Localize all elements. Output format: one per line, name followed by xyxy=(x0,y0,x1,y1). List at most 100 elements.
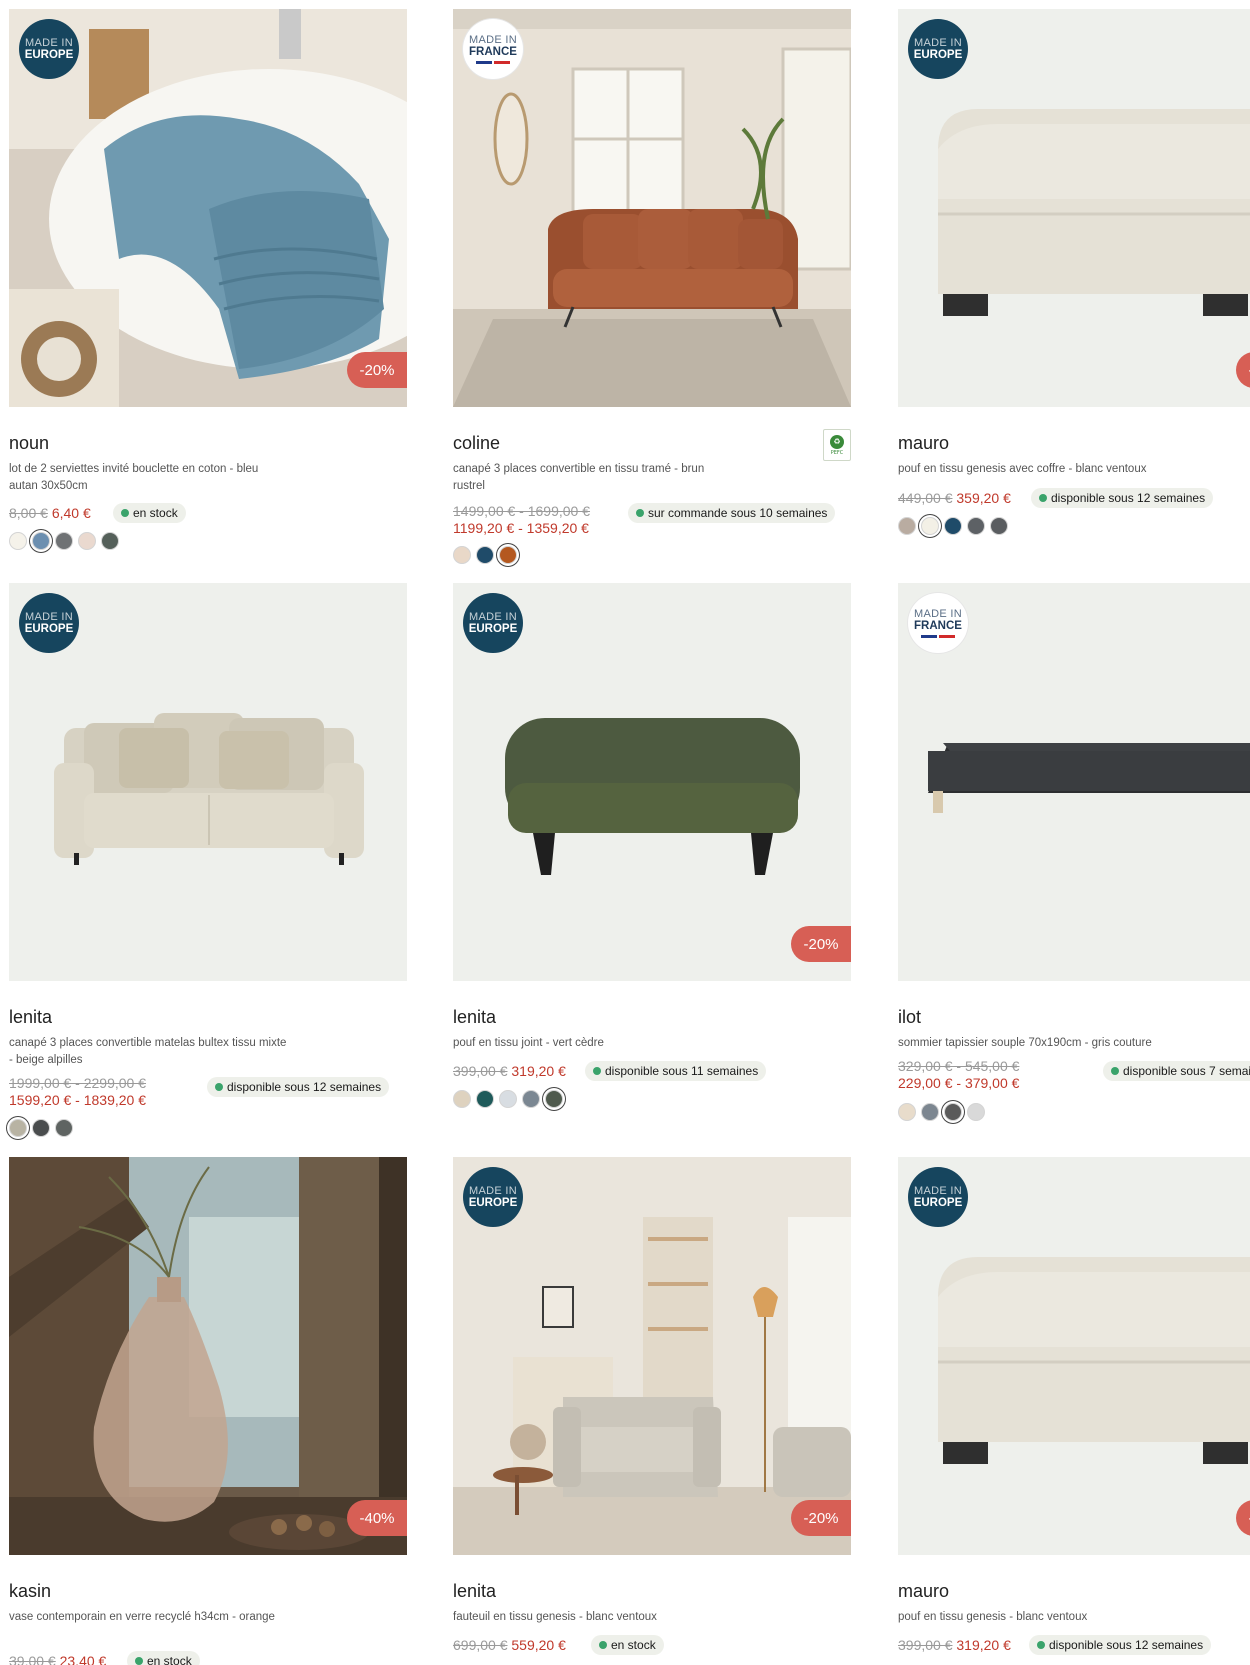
color-swatch[interactable] xyxy=(898,1103,916,1121)
color-swatch[interactable] xyxy=(499,1090,517,1108)
color-swatch-selected[interactable] xyxy=(545,1090,563,1108)
color-swatch[interactable] xyxy=(453,546,471,564)
color-swatch-selected[interactable] xyxy=(32,532,50,550)
product-name[interactable]: lenita xyxy=(9,1007,52,1028)
product-name[interactable]: lenita xyxy=(453,1581,496,1602)
color-swatch[interactable] xyxy=(476,1090,494,1108)
product-description: canapé 3 places convertible matelas bult… xyxy=(9,1037,287,1066)
product-card[interactable]: MADE IN EUROPE -20% mauro pouf en tissu … xyxy=(898,1157,1250,1665)
product-image[interactable]: MADE IN FRANCE xyxy=(453,9,851,407)
made-in-europe-badge: MADE IN EUROPE xyxy=(463,1167,523,1227)
color-swatches xyxy=(898,517,1008,535)
color-swatch[interactable] xyxy=(944,517,962,535)
stock-status: en stock xyxy=(127,1651,200,1665)
product-image[interactable]: MADE IN EUROPE xyxy=(9,583,407,981)
color-swatch[interactable] xyxy=(78,532,96,550)
color-swatch[interactable] xyxy=(522,1090,540,1108)
color-swatch-selected[interactable] xyxy=(499,546,517,564)
product-image[interactable]: -40% xyxy=(9,1157,407,1555)
color-swatch-selected[interactable] xyxy=(9,1119,27,1137)
stock-status: en stock xyxy=(591,1635,664,1655)
product-card[interactable]: MADE IN EUROPE -20% lenita fauteuil en t… xyxy=(453,1157,851,1665)
color-swatch-selected[interactable] xyxy=(921,517,939,535)
color-swatch[interactable] xyxy=(101,532,119,550)
color-swatch[interactable] xyxy=(967,517,985,535)
color-swatch[interactable] xyxy=(967,1103,985,1121)
stock-status: sur commande sous 10 semaines xyxy=(628,503,836,523)
product-card[interactable]: MADE IN EUROPE lenita canapé 3 places co… xyxy=(9,583,407,1138)
product-card[interactable]: MADE IN FRANCE ilot sommier tapissier so… xyxy=(898,583,1250,1138)
product-grid: MADE IN EUROPE -20% noun lot de 2 servie… xyxy=(0,0,1250,1665)
color-swatch[interactable] xyxy=(921,1103,939,1121)
stock-status: en stock xyxy=(113,503,186,523)
stock-status: disponible sous 12 semaines xyxy=(207,1077,390,1097)
color-swatch-selected[interactable] xyxy=(944,1103,962,1121)
price: 699,00 € 559,20 € xyxy=(453,1637,566,1653)
product-name[interactable]: coline xyxy=(453,433,500,454)
stock-status: disponible sous 12 semaines xyxy=(1031,488,1214,508)
product-image[interactable]: MADE IN EUROPE -20% xyxy=(9,9,407,407)
made-in-france-badge: MADE IN FRANCE xyxy=(463,19,523,79)
old-price: 399,00 € xyxy=(453,1063,508,1079)
price: 329,00 € - 545,00 € 229,00 € - 379,00 € xyxy=(898,1058,1019,1092)
sale-price: 1599,20 € - 1839,20 € xyxy=(9,1092,147,1108)
product-name[interactable]: mauro xyxy=(898,1581,949,1602)
product-description: fauteuil en tissu genesis - blanc ventou… xyxy=(453,1611,657,1623)
sale-price: 1199,20 € - 1359,20 € xyxy=(453,520,589,536)
product-name[interactable]: noun xyxy=(9,433,49,454)
color-swatches xyxy=(453,546,517,564)
color-swatch[interactable] xyxy=(990,517,1008,535)
product-name[interactable]: ilot xyxy=(898,1007,921,1028)
old-price: 699,00 € xyxy=(453,1637,508,1653)
product-image[interactable]: MADE IN FRANCE xyxy=(898,583,1250,981)
made-in-europe-badge: MADE IN EUROPE xyxy=(19,593,79,653)
sale-price: 6,40 € xyxy=(51,505,91,521)
color-swatches xyxy=(9,532,119,550)
price: 39,00 € 23,40 € xyxy=(9,1653,106,1665)
color-swatches xyxy=(453,1090,563,1108)
old-price: 8,00 € xyxy=(9,505,48,521)
stock-status: disponible sous 7 semaines xyxy=(1103,1061,1250,1081)
color-swatch[interactable] xyxy=(898,517,916,535)
product-card[interactable]: MADE IN EUROPE -20% lenita pouf en tissu… xyxy=(453,583,851,1138)
discount-badge: -20% xyxy=(791,926,851,962)
sale-price: 559,20 € xyxy=(511,1637,566,1653)
price: 8,00 € 6,40 € xyxy=(9,505,91,521)
price: 399,00 € 319,20 € xyxy=(453,1063,566,1079)
product-description: vase contemporain en verre recyclé h34cm… xyxy=(9,1611,275,1623)
product-card[interactable]: -40% kasin vase contemporain en verre re… xyxy=(9,1157,407,1665)
old-price: 329,00 € - 545,00 € xyxy=(898,1058,1020,1074)
made-in-europe-badge: MADE IN EUROPE xyxy=(908,1167,968,1227)
discount-badge: -40% xyxy=(347,1500,407,1536)
product-image[interactable]: MADE IN EUROPE -20% xyxy=(453,1157,851,1555)
product-description: pouf en tissu joint - vert cèdre xyxy=(453,1037,604,1049)
product-card[interactable]: MADE IN EUROPE -20% mauro pouf en tissu … xyxy=(898,9,1250,564)
stock-status: disponible sous 11 semaines xyxy=(585,1061,767,1081)
color-swatch[interactable] xyxy=(9,532,27,550)
sale-price: 359,20 € xyxy=(956,490,1011,506)
product-card[interactable]: MADE IN EUROPE -20% noun lot de 2 servie… xyxy=(9,9,407,564)
product-image[interactable]: MADE IN EUROPE -20% xyxy=(898,9,1250,407)
made-in-europe-badge: MADE IN EUROPE xyxy=(19,19,79,79)
product-name[interactable]: lenita xyxy=(453,1007,496,1028)
color-swatch[interactable] xyxy=(476,546,494,564)
stock-status: disponible sous 12 semaines xyxy=(1029,1635,1212,1655)
color-swatches xyxy=(898,1103,985,1121)
old-price: 1499,00 € - 1699,00 € xyxy=(453,503,591,519)
price: 1999,00 € - 2299,00 € 1599,20 € - 1839,2… xyxy=(9,1075,146,1109)
pefc-certification-icon: ♻ PEFC xyxy=(823,429,851,461)
product-image[interactable]: MADE IN EUROPE -20% xyxy=(453,583,851,981)
color-swatch[interactable] xyxy=(55,532,73,550)
old-price: 399,00 € xyxy=(898,1637,953,1653)
color-swatch[interactable] xyxy=(32,1119,50,1137)
made-in-europe-badge: MADE IN EUROPE xyxy=(463,593,523,653)
color-swatch[interactable] xyxy=(453,1090,471,1108)
product-description: pouf en tissu genesis avec coffre - blan… xyxy=(898,463,1147,475)
product-image[interactable]: MADE IN EUROPE -20% xyxy=(898,1157,1250,1555)
product-card[interactable]: MADE IN FRANCE ♻ PEFC coline canapé 3 pl… xyxy=(453,9,851,564)
color-swatch[interactable] xyxy=(55,1119,73,1137)
color-swatches xyxy=(9,1119,73,1137)
old-price: 449,00 € xyxy=(898,490,953,506)
product-name[interactable]: mauro xyxy=(898,433,949,454)
product-name[interactable]: kasin xyxy=(9,1581,51,1602)
